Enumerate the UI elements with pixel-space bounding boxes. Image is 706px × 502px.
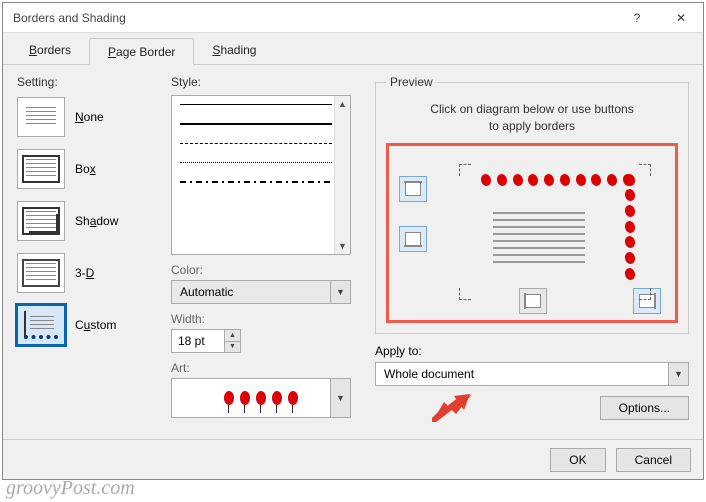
setting-custom[interactable]: Custom [17, 303, 157, 347]
preview-legend: Preview [386, 75, 437, 89]
preview-column: Preview Click on diagram below or use bu… [375, 75, 689, 431]
style-line-solid-thick[interactable] [180, 123, 332, 125]
color-value: Automatic [180, 285, 233, 299]
style-line-dashdot[interactable] [180, 181, 332, 183]
art-balloon-icon [288, 391, 298, 405]
setting-3d[interactable]: 3-D [17, 251, 157, 295]
dialog-title: Borders and Shading [13, 11, 615, 25]
spin-down-icon[interactable]: ▼ [225, 342, 240, 353]
art-balloon-icon [240, 391, 250, 405]
border-top-button[interactable] [399, 176, 427, 202]
width-label: Width: [171, 312, 361, 326]
scroll-down-icon[interactable]: ▼ [335, 238, 350, 254]
style-listbox[interactable]: ▲ ▼ [171, 95, 351, 255]
apply-row: Apply to: Whole document ▼ [375, 344, 689, 386]
tab-page-border[interactable]: Page Border [89, 38, 194, 66]
page-sample [459, 164, 651, 300]
setting-list: None Box Shadow 3-D Custom [17, 95, 157, 347]
setting-none-icon [17, 97, 65, 137]
style-column: Style: ▲ ▼ Color: Automatic ▼ Width: [171, 75, 361, 431]
cancel-button[interactable]: Cancel [616, 448, 691, 472]
scroll-track[interactable] [335, 112, 350, 238]
style-scrollbar[interactable]: ▲ ▼ [334, 96, 350, 254]
art-balloon-icon [272, 391, 282, 405]
style-line-dashed[interactable] [180, 143, 332, 144]
width-spinner[interactable]: 18 pt ▲ ▼ [171, 329, 241, 353]
close-icon: ✕ [676, 11, 686, 25]
setting-shadow[interactable]: Shadow [17, 199, 157, 243]
setting-column: Setting: None Box Shadow 3-D [17, 75, 157, 431]
help-button[interactable]: ? [615, 3, 659, 33]
art-label: Art: [171, 361, 361, 375]
art-border-right [625, 174, 639, 280]
border-bottom-button[interactable] [399, 226, 427, 252]
preview-group: Preview Click on diagram below or use bu… [375, 75, 689, 334]
setting-custom-icon [17, 305, 65, 345]
options-button[interactable]: Options... [600, 396, 689, 420]
titlebar: Borders and Shading ? ✕ [3, 3, 703, 33]
chevron-down-icon: ▼ [668, 363, 688, 385]
scroll-up-icon[interactable]: ▲ [335, 96, 350, 112]
spin-up-icon[interactable]: ▲ [225, 330, 240, 342]
style-label: Style: [171, 75, 361, 89]
tabstrip: Borders Page Border Shading [3, 37, 703, 65]
tab-borders[interactable]: Borders [11, 37, 89, 65]
art-balloon-icon [224, 391, 234, 405]
setting-box-icon [17, 149, 65, 189]
setting-none[interactable]: None [17, 95, 157, 139]
setting-box[interactable]: Box [17, 147, 157, 191]
spinner-buttons: ▲ ▼ [224, 330, 240, 352]
apply-value: Whole document [384, 367, 474, 381]
width-value: 18 pt [178, 334, 205, 348]
tab-shading[interactable]: Shading [194, 37, 274, 65]
preview-diagram[interactable] [386, 143, 678, 323]
dialog-footer: OK Cancel [3, 439, 703, 479]
style-line-solid-thin[interactable] [180, 104, 332, 105]
corner-marker [459, 288, 471, 300]
corner-marker [639, 164, 651, 176]
watermark: groovyPost.com [6, 477, 135, 500]
preview-hint: Click on diagram below or use buttons to… [386, 101, 678, 135]
setting-3d-icon [17, 253, 65, 293]
setting-shadow-icon [17, 201, 65, 241]
corner-marker [639, 288, 651, 300]
ok-button[interactable]: OK [550, 448, 605, 472]
chevron-down-icon: ▼ [330, 281, 350, 303]
art-border-top [481, 174, 633, 188]
art-combo[interactable]: ▼ [171, 378, 351, 418]
close-button[interactable]: ✕ [659, 3, 703, 33]
style-line-dotted[interactable] [180, 162, 332, 163]
content-area: Setting: None Box Shadow 3-D [3, 64, 703, 439]
apply-to-combo[interactable]: Whole document ▼ [375, 362, 689, 386]
annotation-arrow [432, 394, 472, 422]
document-lines [493, 212, 585, 264]
chevron-down-icon: ▼ [330, 379, 350, 417]
color-combo[interactable]: Automatic ▼ [171, 280, 351, 304]
borders-shading-dialog: Borders and Shading ? ✕ Borders Page Bor… [2, 2, 704, 480]
art-balloon-icon [256, 391, 266, 405]
help-icon: ? [634, 11, 641, 25]
setting-label: Setting: [17, 75, 157, 89]
options-row: Options... [375, 396, 689, 420]
color-label: Color: [171, 263, 361, 277]
corner-marker [459, 164, 471, 176]
apply-label: Apply to: [375, 344, 689, 358]
